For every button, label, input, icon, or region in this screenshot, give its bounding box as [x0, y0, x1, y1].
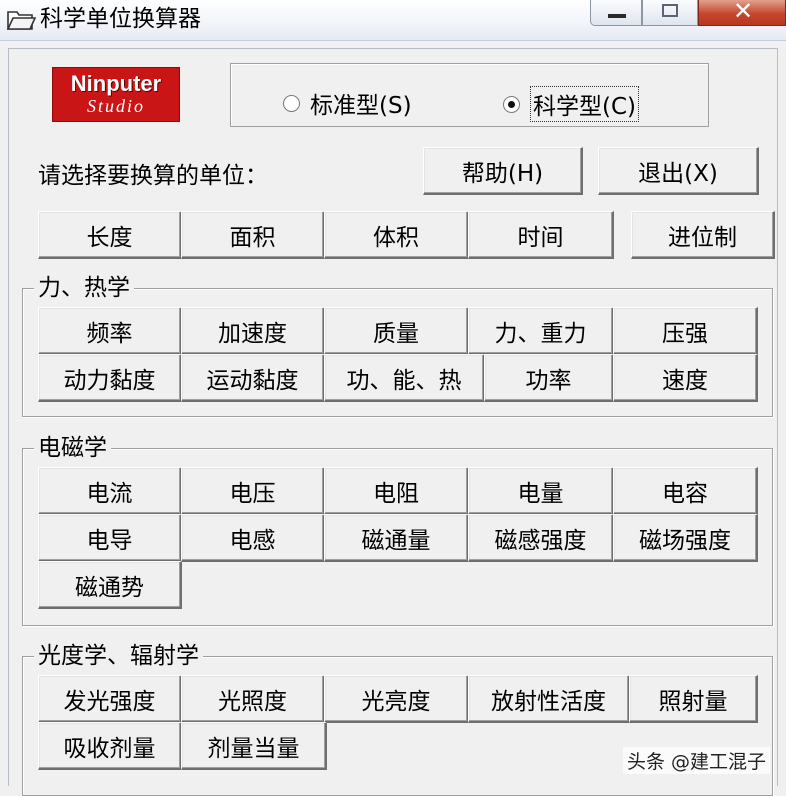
unit-acceleration-button[interactable]: 加速度 [181, 307, 325, 355]
scientific-mode-label: 科学型(C) [530, 86, 640, 122]
group-electromagnetism-title: 电磁学 [34, 434, 111, 462]
unit-charge-button[interactable]: 电量 [468, 467, 614, 515]
radio-circle-icon [283, 94, 300, 112]
maximize-icon [662, 4, 678, 17]
unit-voltage-button[interactable]: 电压 [181, 467, 325, 515]
unit-area-button[interactable]: 面积 [181, 211, 325, 259]
unit-frequency-button[interactable]: 频率 [38, 307, 182, 355]
unit-capacitance-button[interactable]: 电容 [613, 467, 758, 515]
radix-button[interactable]: 进位制 [631, 211, 775, 259]
scientific-mode-radio[interactable]: 科学型(C) [503, 86, 640, 122]
unit-conductance-button[interactable]: 电导 [38, 514, 182, 562]
unit-dynamic-viscosity-button[interactable]: 动力黏度 [38, 354, 182, 402]
maximize-button[interactable] [642, 0, 698, 26]
exit-button[interactable]: 退出(X) [598, 147, 759, 195]
unit-exposure-button[interactable]: 照射量 [629, 675, 758, 723]
unit-volume-button[interactable]: 体积 [324, 211, 469, 259]
unit-magnetic-flux-button[interactable]: 磁通量 [324, 514, 469, 562]
unit-dose-equivalent-button[interactable]: 剂量当量 [181, 722, 327, 770]
minimize-icon [608, 14, 626, 18]
unit-length-button[interactable]: 长度 [38, 211, 182, 259]
unit-time-button[interactable]: 时间 [468, 211, 614, 259]
folder-icon [6, 11, 36, 30]
watermark: 头条 @建工混子 [622, 747, 770, 774]
unit-pressure-button[interactable]: 压强 [613, 307, 758, 355]
standard-mode-radio[interactable]: 标准型(S) [283, 86, 412, 120]
help-button[interactable]: 帮助(H) [423, 147, 583, 195]
studio-logo: Ninputer Studio [52, 67, 180, 122]
window-title: 科学单位换算器 [40, 6, 201, 32]
logo-text: Ninputer [70, 71, 162, 96]
app-window: 科学单位换算器 ✕ Ninputer Studio 标准型(S) 科学型(C) … [0, 0, 786, 796]
unit-prompt: 请选择要换算的单位： [38, 163, 268, 189]
unit-energy-button[interactable]: 功、能、热 [324, 354, 485, 402]
unit-force-button[interactable]: 力、重力 [468, 307, 614, 355]
unit-magnetomotive-force-button[interactable]: 磁通势 [38, 561, 182, 609]
unit-illuminance-button[interactable]: 光照度 [181, 675, 325, 723]
close-button[interactable]: ✕ [698, 0, 786, 26]
logo-subtext: Studio [86, 96, 145, 116]
mode-selector: 标准型(S) 科学型(C) [230, 63, 709, 127]
unit-current-button[interactable]: 电流 [38, 467, 182, 515]
unit-luminance-button[interactable]: 光亮度 [324, 675, 469, 723]
group-optics-title: 光度学、辐射学 [34, 642, 203, 670]
unit-inductance-button[interactable]: 电感 [181, 514, 325, 562]
unit-kinematic-viscosity-button[interactable]: 运动黏度 [181, 354, 325, 402]
title-bar[interactable]: 科学单位换算器 ✕ [0, 0, 786, 41]
close-icon: ✕ [732, 0, 754, 25]
unit-radioactivity-button[interactable]: 放射性活度 [468, 675, 630, 723]
unit-mass-button[interactable]: 质量 [324, 307, 469, 355]
group-mechanics-title: 力、热学 [34, 274, 134, 302]
unit-luminous-intensity-button[interactable]: 发光强度 [38, 675, 182, 723]
unit-field-strength-button[interactable]: 磁场强度 [613, 514, 758, 562]
unit-power-button[interactable]: 功率 [484, 354, 614, 402]
radio-selected-icon [503, 95, 520, 113]
standard-mode-label: 标准型(S) [310, 93, 412, 119]
unit-absorbed-dose-button[interactable]: 吸收剂量 [38, 722, 182, 770]
unit-flux-density-button[interactable]: 磁感强度 [468, 514, 614, 562]
unit-velocity-button[interactable]: 速度 [613, 354, 758, 402]
unit-resistance-button[interactable]: 电阻 [324, 467, 469, 515]
minimize-button[interactable] [590, 0, 642, 26]
